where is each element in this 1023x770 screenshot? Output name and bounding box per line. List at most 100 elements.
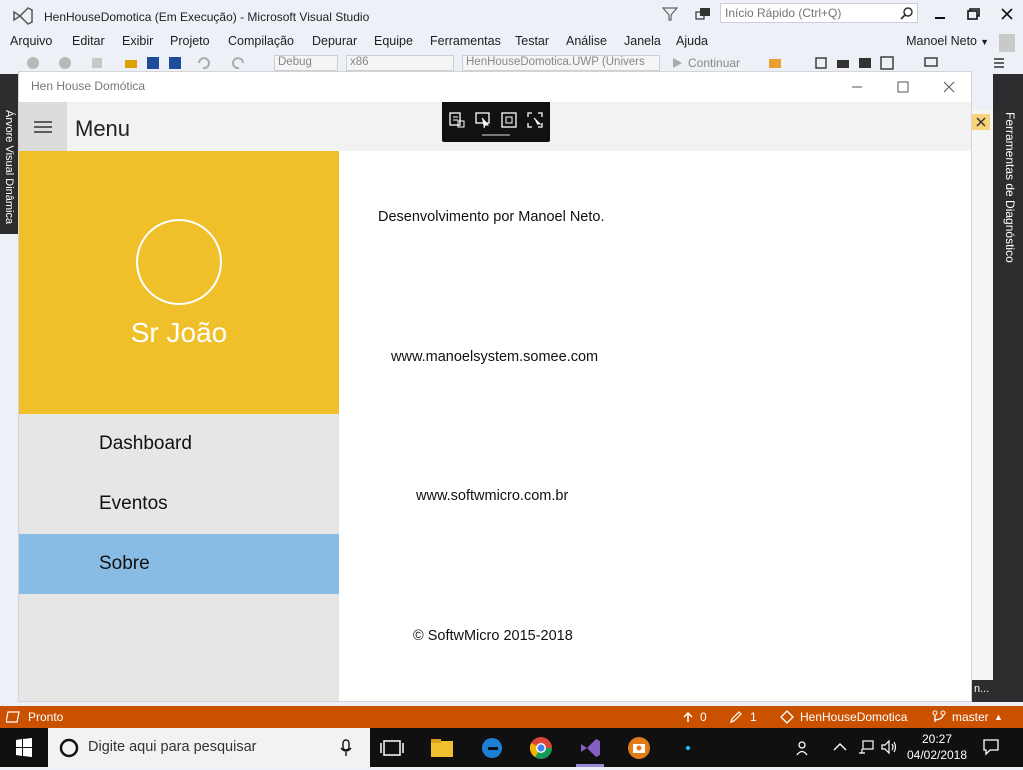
file-explorer-icon[interactable] xyxy=(429,735,455,761)
camera-app-icon[interactable] xyxy=(626,735,652,761)
continue-button[interactable]: Continuar xyxy=(688,56,740,70)
menu-testar[interactable]: Testar xyxy=(515,34,549,48)
profile-avatar[interactable] xyxy=(136,219,222,305)
chrome-browser-icon[interactable] xyxy=(528,735,554,761)
quick-launch-input[interactable] xyxy=(721,4,904,22)
task-view-icon[interactable] xyxy=(379,735,405,761)
cortana-icon xyxy=(59,738,79,758)
branch-name[interactable]: master xyxy=(952,710,989,724)
output-icon[interactable] xyxy=(6,711,20,723)
user-name[interactable]: Manoel Neto xyxy=(906,34,977,48)
layout-icon[interactable] xyxy=(880,56,894,70)
camera-icon[interactable] xyxy=(836,56,850,70)
config-select[interactable]: Debug xyxy=(274,55,338,71)
clock[interactable]: 20:27 04/02/2018 xyxy=(900,731,974,763)
caret-up-icon[interactable]: ▲ xyxy=(994,712,1003,722)
website-link-2[interactable]: www.softwmicro.com.br xyxy=(416,488,568,504)
app-running-icon[interactable] xyxy=(675,735,701,761)
menu-title: Menu xyxy=(75,116,131,141)
minimize-icon[interactable] xyxy=(925,4,955,24)
toolbar-drag-handle[interactable] xyxy=(482,134,510,136)
branch-icon[interactable] xyxy=(932,710,946,724)
app-header: Menu xyxy=(19,102,971,151)
step-icon[interactable] xyxy=(814,56,828,70)
redo-icon[interactable] xyxy=(232,56,246,70)
save-all-icon[interactable] xyxy=(168,56,182,70)
filter-icon[interactable] xyxy=(662,6,678,22)
taskbar-search[interactable]: Digite aqui para pesquisar xyxy=(48,728,370,767)
close-icon[interactable] xyxy=(992,4,1022,24)
app-maximize-icon[interactable] xyxy=(893,77,913,97)
volume-icon[interactable] xyxy=(880,739,898,755)
chevron-down-icon[interactable]: ▼ xyxy=(980,37,989,47)
menu-janela[interactable]: Janela xyxy=(624,34,661,48)
website-link-1[interactable]: www.manoelsystem.somee.com xyxy=(391,349,598,365)
layout-adorners-icon[interactable] xyxy=(500,111,518,129)
notifications-icon[interactable] xyxy=(982,738,1000,756)
menu-analise[interactable]: Análise xyxy=(566,34,607,48)
feedback-icon[interactable] xyxy=(694,6,712,22)
menu-editar[interactable]: Editar xyxy=(72,34,105,48)
tray-chevron-up-icon[interactable] xyxy=(833,741,847,753)
restore-icon[interactable] xyxy=(958,4,988,24)
content-area: Desenvolvimento por Manoel Neto. www.man… xyxy=(339,151,971,701)
open-icon[interactable] xyxy=(124,56,138,70)
pencil-icon[interactable] xyxy=(730,711,742,723)
copyright-text: © SoftwMicro 2015-2018 xyxy=(413,628,573,644)
menu-depurar[interactable]: Depurar xyxy=(312,34,357,48)
menu-ferramentas[interactable]: Ferramentas xyxy=(430,34,501,48)
people-icon[interactable] xyxy=(796,740,812,756)
hamburger-button[interactable] xyxy=(19,102,67,151)
changes-count[interactable]: 1 xyxy=(750,710,757,724)
format-icon[interactable] xyxy=(992,56,1006,70)
back-icon[interactable] xyxy=(26,56,40,70)
menu-equipe[interactable]: Equipe xyxy=(374,34,413,48)
status-bar: Pronto 0 1 HenHouseDomotica master ▲ xyxy=(0,706,1023,728)
clock-time: 20:27 xyxy=(921,732,953,746)
edge-browser-icon[interactable] xyxy=(479,735,505,761)
push-count[interactable]: 0 xyxy=(700,710,707,724)
undo-icon[interactable] xyxy=(196,56,210,70)
toolbox-icon[interactable] xyxy=(768,56,782,70)
menu-arquivo[interactable]: Arquivo xyxy=(10,34,52,48)
status-text: Pronto xyxy=(28,710,64,724)
track-focus-icon[interactable] xyxy=(526,111,544,129)
play-icon[interactable] xyxy=(670,56,684,70)
windows-logo-icon xyxy=(16,738,32,757)
nav-item-dashboard[interactable]: Dashboard xyxy=(19,414,339,474)
startup-project-select[interactable]: HenHouseDomotica.UWP (Univers xyxy=(462,55,660,71)
live-tree-icon[interactable] xyxy=(448,111,466,129)
app-window: Hen House Domótica Menu Sr João Dashboar… xyxy=(18,71,972,702)
select-element-icon[interactable] xyxy=(474,111,492,129)
vs-titlebar: HenHouseDomotica (Em Execução) - Microso… xyxy=(0,0,1023,32)
navigation-pane: Sr João Dashboard Eventos Sobre xyxy=(19,151,339,701)
menu-compilacao[interactable]: Compilação xyxy=(228,34,294,48)
network-icon[interactable] xyxy=(857,739,875,755)
menu-ajuda[interactable]: Ajuda xyxy=(676,34,708,48)
window-title: HenHouseDomotica (Em Execução) - Microso… xyxy=(44,10,370,24)
monitor-icon[interactable] xyxy=(924,56,938,70)
terminal-icon[interactable] xyxy=(858,56,872,70)
live-visual-tree-label: Árvore Visual Dinâmica xyxy=(3,110,15,225)
menu-exibir[interactable]: Exibir xyxy=(122,34,153,48)
repo-icon[interactable] xyxy=(780,710,794,724)
app-close-icon[interactable] xyxy=(939,77,959,97)
quick-launch-box[interactable] xyxy=(720,3,918,23)
nav-item-sobre[interactable]: Sobre xyxy=(19,534,339,594)
repo-name[interactable]: HenHouseDomotica xyxy=(800,710,907,724)
panel-close-icon[interactable] xyxy=(972,114,990,130)
avatar[interactable] xyxy=(999,34,1015,52)
forward-icon[interactable] xyxy=(58,56,72,70)
search-icon[interactable] xyxy=(900,6,914,20)
microphone-icon[interactable] xyxy=(340,739,352,757)
new-item-icon[interactable] xyxy=(90,56,104,70)
profile-name: Sr João xyxy=(130,317,228,348)
start-button[interactable] xyxy=(0,728,48,767)
visual-studio-taskbar-icon[interactable] xyxy=(577,735,603,761)
menu-projeto[interactable]: Projeto xyxy=(170,34,210,48)
arrow-up-icon[interactable] xyxy=(682,711,694,723)
app-minimize-icon[interactable] xyxy=(847,77,867,97)
platform-select[interactable]: x86 xyxy=(346,55,454,71)
nav-item-eventos[interactable]: Eventos xyxy=(19,474,339,534)
save-icon[interactable] xyxy=(146,56,160,70)
